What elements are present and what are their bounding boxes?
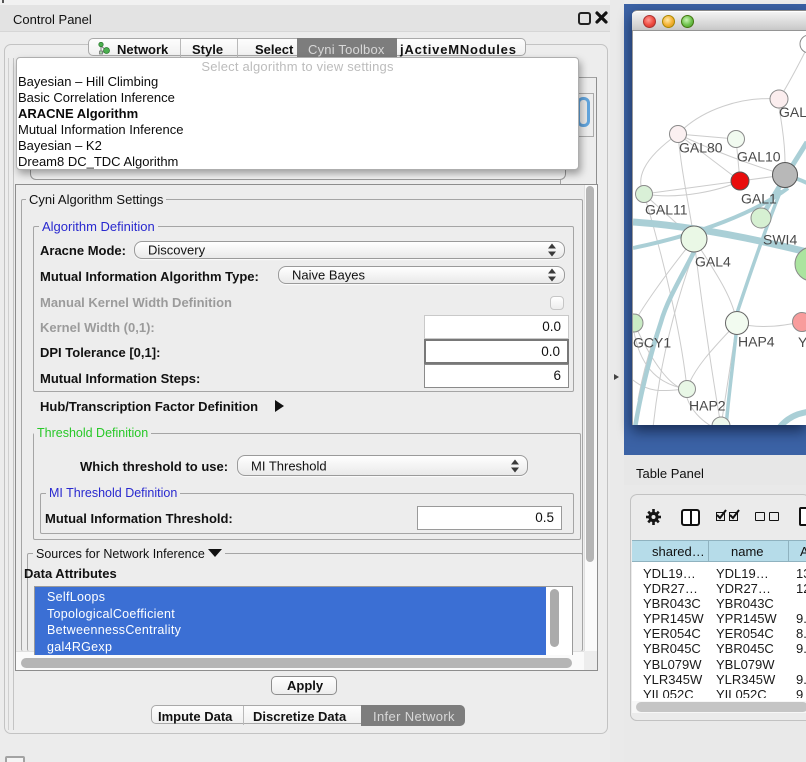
svg-text:GAL1: GAL1 bbox=[741, 191, 777, 207]
svg-text:GAL4: GAL4 bbox=[695, 254, 731, 270]
svg-text:GAL80: GAL80 bbox=[679, 140, 723, 156]
svg-text:GAL7: GAL7 bbox=[779, 104, 806, 120]
svg-text:HAP2: HAP2 bbox=[689, 398, 726, 414]
svg-text:YD: YD bbox=[798, 334, 806, 350]
svg-text:HAP4: HAP4 bbox=[738, 334, 775, 350]
svg-text:GCY1: GCY1 bbox=[633, 335, 671, 351]
svg-text:GAL10: GAL10 bbox=[737, 149, 781, 165]
svg-text:SWI4: SWI4 bbox=[763, 232, 797, 248]
svg-text:GAL11: GAL11 bbox=[645, 202, 688, 218]
